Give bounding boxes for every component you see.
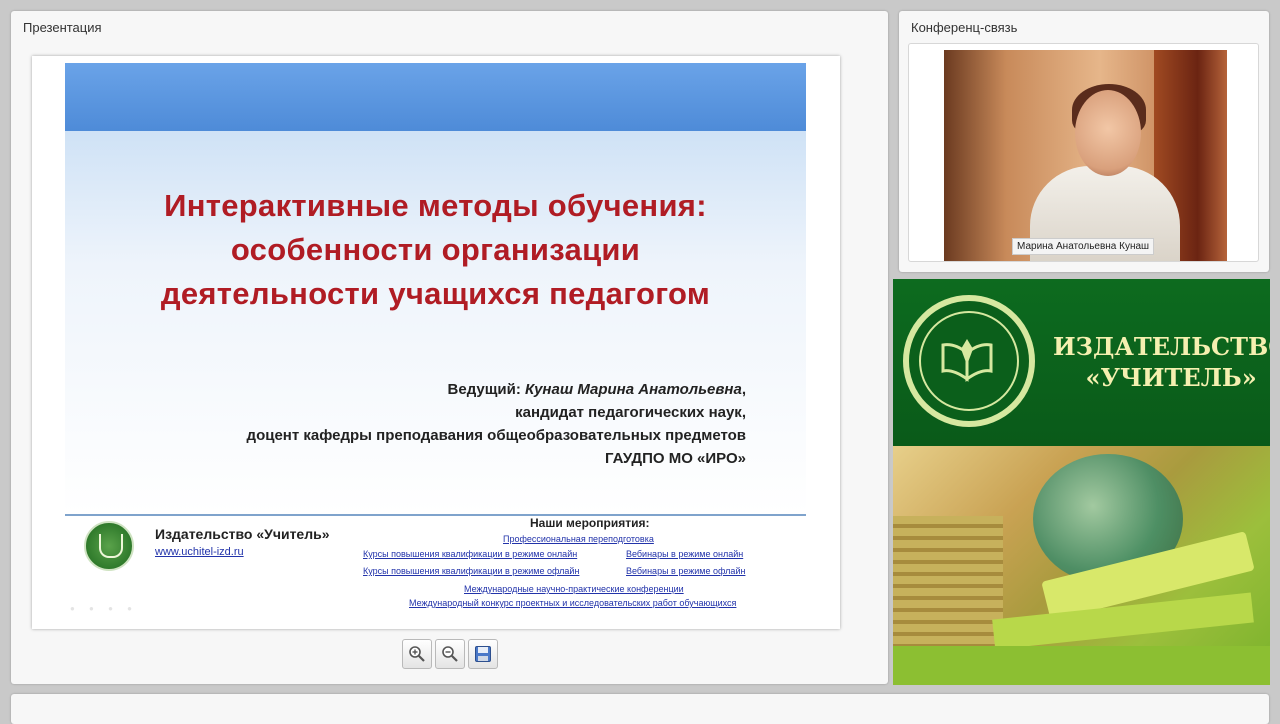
presenter-degree: кандидат педагогических наук, — [515, 404, 746, 421]
publisher-url-link[interactable]: www.uchitel-izd.ru — [155, 546, 244, 558]
webcam-video: Марина Анатольевна Кунаш — [944, 50, 1227, 261]
slide-decor-dots: ● ● ● ● — [70, 604, 138, 613]
presenter-name: Кунаш Марина Анатольевна — [525, 381, 742, 398]
event-link-conferences[interactable]: Международные научно-практические конфер… — [464, 584, 684, 594]
banner-logo-icon — [903, 295, 1035, 427]
banner-text-line2: «УЧИТЕЛЬ» — [1085, 363, 1257, 392]
conference-panel-title: Конференц-связь — [911, 20, 1018, 35]
zoom-in-button[interactable] — [402, 639, 432, 669]
slide-title: Интерактивные методы обучения: особеннос… — [65, 184, 806, 316]
presenter-suffix: , — [741, 381, 746, 398]
slide-header-bar — [65, 63, 806, 131]
publisher-name: Издательство «Учитель» — [155, 526, 330, 542]
slide-footer-divider — [65, 514, 806, 516]
presenter-label: Ведущий: — [447, 381, 521, 398]
presenter-organization: ГАУДПО МО «ИРО» — [605, 450, 746, 467]
publisher-banner[interactable]: ИЗДАТЕЛЬСТВО «УЧИТЕЛЬ» — [893, 279, 1270, 685]
conference-panel: Конференц-связь Марина Анатольевна Кунаш — [899, 11, 1269, 272]
event-link-courses-offline[interactable]: Курсы повышения квалификации в режиме оф… — [363, 566, 579, 576]
video-frame: Марина Анатольевна Кунаш — [908, 43, 1259, 262]
event-link-webinars-online[interactable]: Вебинары в режиме онлайн — [626, 549, 743, 559]
slide-title-line: особенности организации — [230, 232, 641, 267]
presentation-panel-title: Презентация — [23, 20, 102, 35]
event-link-contest[interactable]: Международный конкурс проектных и исслед… — [409, 598, 736, 608]
slide-title-line: Интерактивные методы обучения: — [164, 188, 707, 223]
publisher-logo-icon — [84, 521, 134, 571]
zoom-out-button[interactable] — [435, 639, 465, 669]
save-button[interactable] — [468, 639, 498, 669]
presenter-line: Ведущий: Кунаш Марина Анатольевна, — [448, 381, 746, 398]
event-link-courses-online[interactable]: Курсы повышения квалификации в режиме он… — [363, 549, 577, 559]
event-link-webinars-offline[interactable]: Вебинары в режиме офлайн — [626, 566, 745, 576]
speaker-head — [1075, 90, 1141, 176]
banner-photo-books-globe — [893, 446, 1270, 685]
slide: Интерактивные методы обучения: особеннос… — [32, 56, 840, 629]
banner-text-line1: ИЗДАТЕЛЬСТВО — [1053, 332, 1270, 361]
zoom-out-icon — [442, 646, 458, 662]
presenter-position: доцент кафедры преподавания общеобразова… — [246, 427, 746, 444]
save-icon — [475, 646, 491, 662]
book-decor — [893, 646, 1270, 685]
events-heading: Наши мероприятия: — [530, 516, 650, 530]
event-link-retraining[interactable]: Профессиональная переподготовка — [503, 534, 654, 544]
open-book-icon — [941, 339, 993, 382]
zoom-in-icon — [409, 646, 425, 662]
slide-title-line: деятельности учащихся педагогом — [160, 276, 711, 311]
banner-text: ИЗДАТЕЛЬСТВО «УЧИТЕЛЬ» — [1053, 331, 1270, 393]
presentation-panel: Презентация Интерактивные методы обучени… — [11, 11, 888, 684]
speaker-name-label: Марина Анатольевна Кунаш — [1012, 238, 1155, 255]
banner-header: ИЗДАТЕЛЬСТВО «УЧИТЕЛЬ» — [893, 279, 1270, 446]
